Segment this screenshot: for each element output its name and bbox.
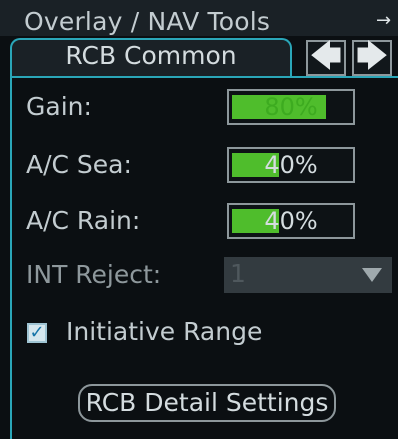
rcb-detail-settings-button[interactable]: RCB Detail Settings	[78, 384, 336, 422]
gain-slider[interactable]: 80%	[227, 89, 355, 125]
gain-value: 80%	[264, 93, 318, 121]
title-bar: Overlay / NAV Tools →	[0, 0, 398, 36]
ac-rain-slider[interactable]: 40%	[227, 203, 355, 239]
arrow-right-icon: 🡆	[356, 39, 388, 74]
tab-label: RCB Common	[65, 41, 237, 70]
int-reject-value: 1	[230, 259, 246, 288]
tab-rcb-common[interactable]: RCB Common	[10, 38, 292, 78]
pin-arrow-icon[interactable]: →	[376, 10, 391, 31]
dropdown-arrow-icon	[362, 268, 382, 282]
ac-sea-value: 40%	[264, 151, 318, 179]
ac-rain-label: A/C Rain:	[26, 206, 141, 235]
ac-sea-label: A/C Sea:	[26, 150, 132, 179]
window-title: Overlay / NAV Tools	[24, 7, 271, 36]
int-reject-dropdown[interactable]: 1	[224, 257, 392, 293]
tab-prev-button[interactable]: 🡄	[306, 40, 346, 76]
arrow-left-icon: 🡄	[310, 39, 342, 74]
initiative-range-label[interactable]: Initiative Range	[66, 317, 262, 346]
gain-label: Gain:	[26, 92, 92, 121]
initiative-range-checkbox[interactable]: ✓	[27, 323, 47, 343]
tab-next-button[interactable]: 🡆	[352, 40, 392, 76]
ac-sea-slider[interactable]: 40%	[227, 147, 355, 183]
int-reject-label: INT Reject:	[26, 260, 162, 289]
check-icon: ✓	[29, 322, 45, 343]
ac-rain-value: 40%	[264, 207, 318, 235]
